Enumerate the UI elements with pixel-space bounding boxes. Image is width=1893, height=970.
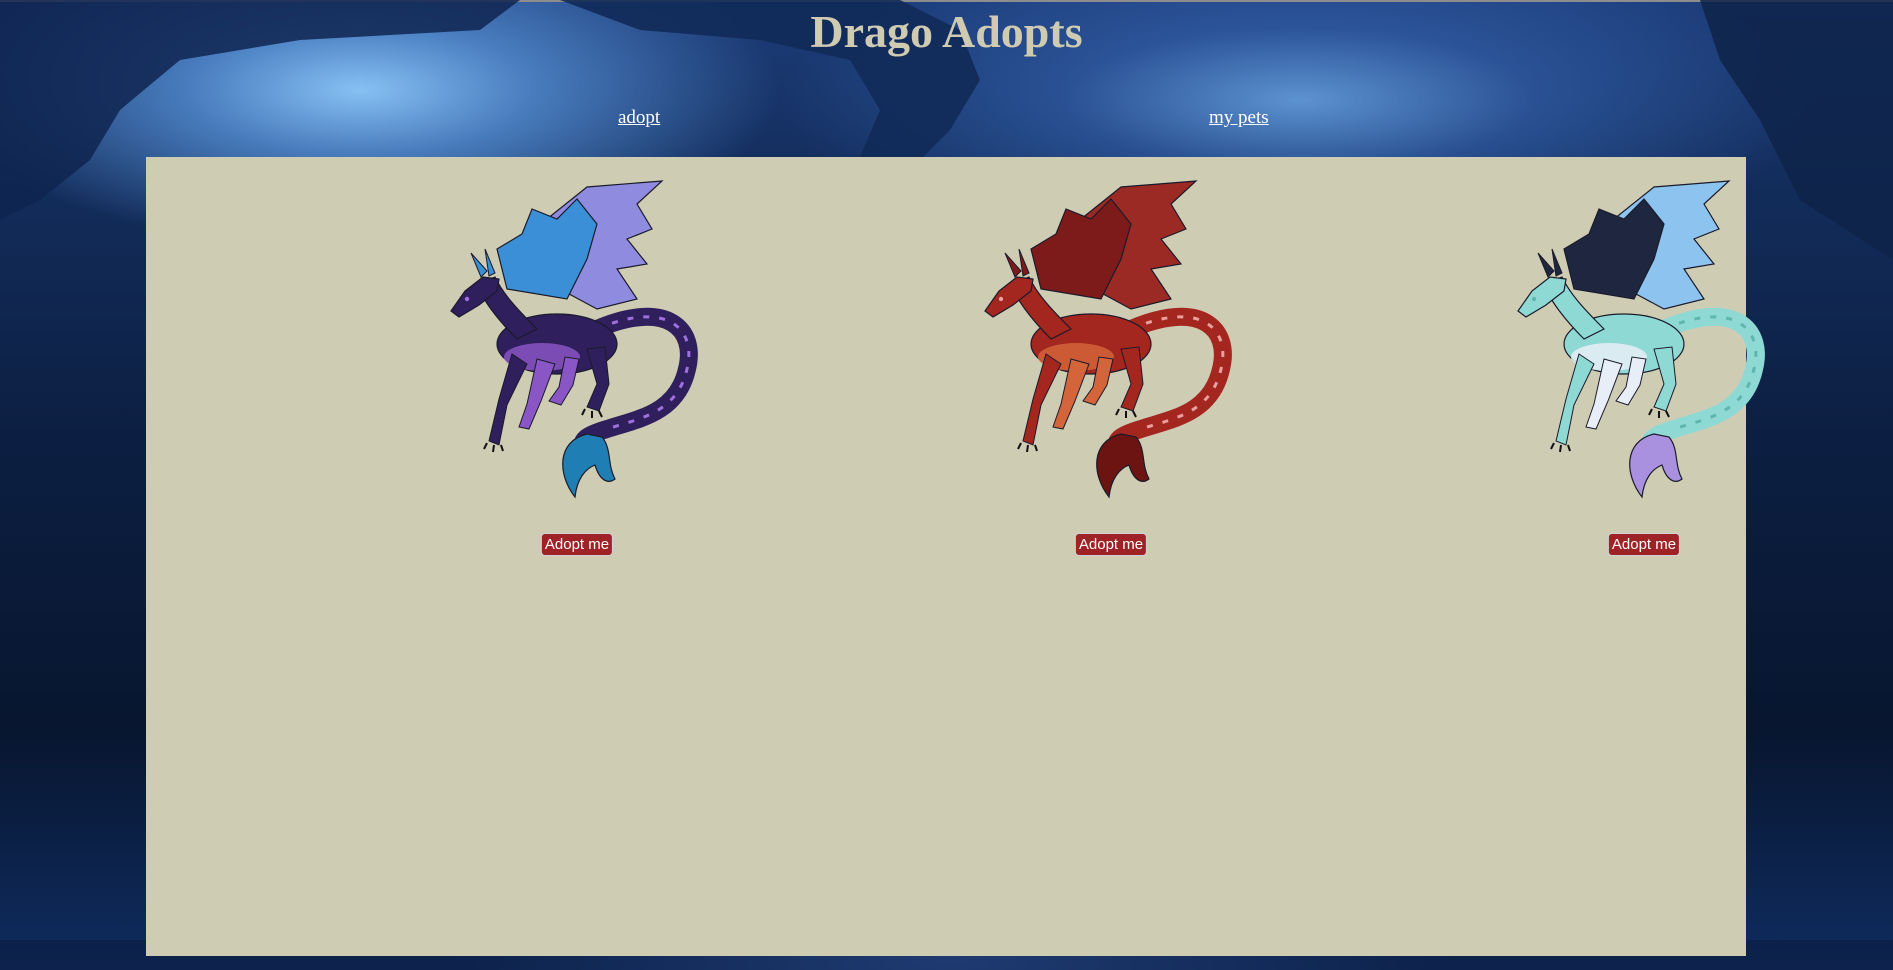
pet-card: Adopt me <box>1499 179 1789 556</box>
dragon-image <box>450 180 698 499</box>
window-top-border <box>0 0 1893 2</box>
pet-card: Adopt me <box>432 179 722 556</box>
dragon-image <box>984 180 1232 499</box>
dragon-image <box>1517 180 1765 499</box>
nav-link-adopt[interactable]: adopt <box>618 107 660 129</box>
adopt-me-button[interactable]: Adopt me <box>540 533 614 556</box>
nav-link-my-pets[interactable]: my pets <box>1209 107 1269 129</box>
pet-card: Adopt me <box>966 179 1256 556</box>
site-title: Drago Adopts <box>810 6 1083 57</box>
adopt-me-button[interactable]: Adopt me <box>1607 533 1681 556</box>
adopt-panel: Adopt me Adopt me Adopt me <box>146 157 1765 956</box>
adopt-me-button[interactable]: Adopt me <box>1074 533 1148 556</box>
